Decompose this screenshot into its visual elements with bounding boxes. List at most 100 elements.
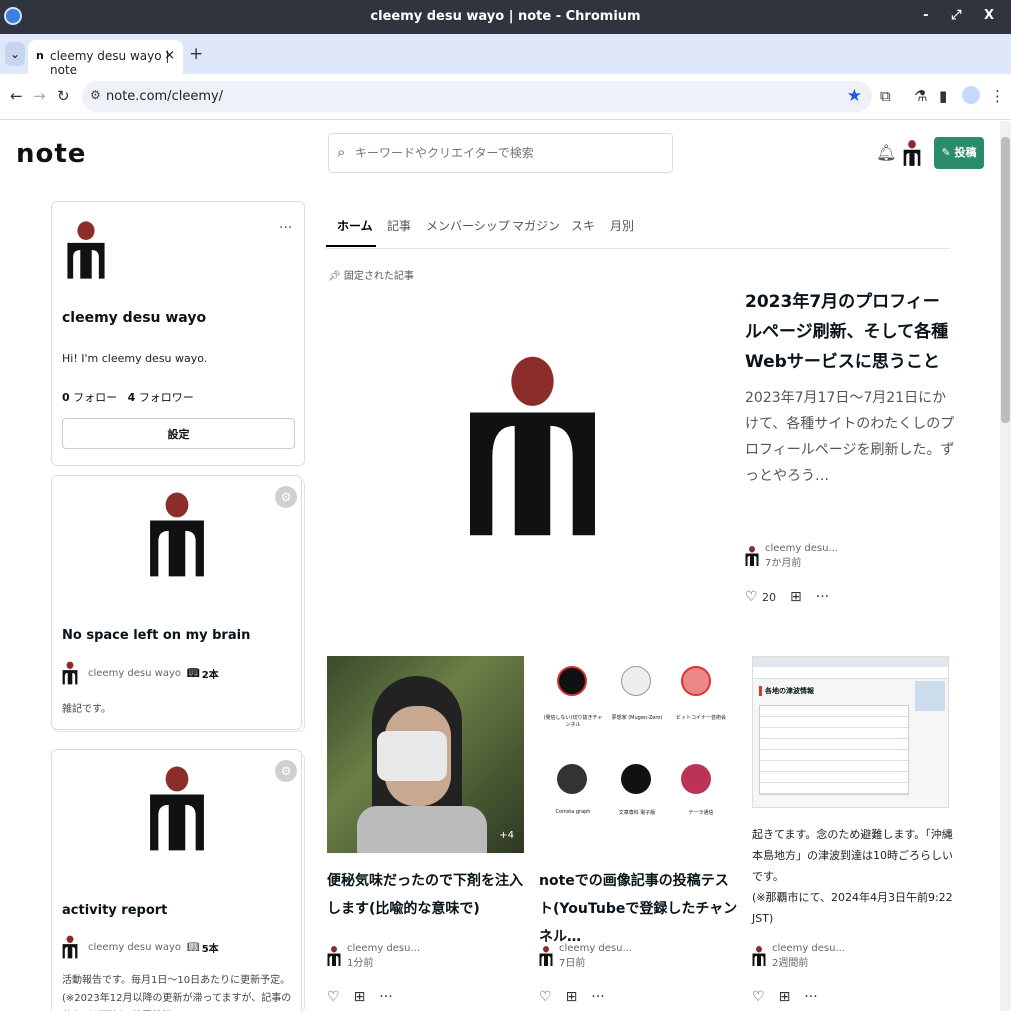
magazine-meta: cleemy desu wayo 📖︎ 5本 xyxy=(62,935,219,959)
search-box[interactable]: ⌕ xyxy=(328,133,673,173)
more-icon[interactable]: ··· xyxy=(816,589,829,605)
more-icon[interactable]: ··· xyxy=(379,989,392,1005)
labs-flask-icon[interactable]: ⚗ xyxy=(914,87,927,105)
profile-avatar[interactable] xyxy=(66,218,106,282)
channel-avatar xyxy=(681,764,711,794)
channel-name: テーラ通信 xyxy=(688,810,714,816)
notification-bell-icon[interactable]: 🔔︎ xyxy=(876,143,896,162)
follow-label[interactable]: フォロー xyxy=(73,391,117,404)
browser-tab[interactable]: n cleemy desu wayo | note × xyxy=(28,40,183,77)
magazine-card[interactable]: ⚙ activity report cleemy desu wayo 📖︎ 5本… xyxy=(51,749,302,1011)
window-controls[interactable]: - ⤢ X xyxy=(923,8,1003,23)
tab-strip: ⌄ n cleemy desu wayo | note × + xyxy=(0,34,1011,77)
magazine-title[interactable]: No space left on my brain xyxy=(62,628,250,643)
profile-more-icon[interactable]: ··· xyxy=(279,220,292,236)
note-logo[interactable]: note xyxy=(16,139,86,169)
magazine-count: 2本 xyxy=(201,669,219,681)
profile-name[interactable]: cleemy desu wayo xyxy=(62,310,206,326)
settings-button[interactable]: 設定 xyxy=(62,418,295,449)
channel-avatar xyxy=(621,666,651,696)
url-text[interactable]: note.com/cleemy/ xyxy=(106,89,223,104)
magazine-desc: 活動報告です。毎月1日〜10日あたりに更新予定。(※2023年12月以降の更新が… xyxy=(62,975,292,1004)
magazine-title[interactable]: activity report xyxy=(62,903,167,918)
featured-actions: ♡ 20 ⊞ ··· xyxy=(745,589,829,605)
tab-articles[interactable]: 記事 xyxy=(387,217,411,234)
article-author-avatar[interactable] xyxy=(327,945,341,967)
profile-avatar-icon[interactable] xyxy=(962,86,980,104)
add-to-magazine-icon[interactable]: ⊞ xyxy=(790,589,802,605)
magazine-meta: cleemy desu wayo 📖︎ 2本 xyxy=(62,661,219,685)
tab-monthly[interactable]: 月別 xyxy=(610,217,634,234)
featured-author-avatar[interactable] xyxy=(745,545,759,567)
channel-name: ビットコイナー芸術会 xyxy=(676,715,726,721)
follow-count[interactable]: 0 xyxy=(62,391,70,404)
like-count: 20 xyxy=(762,591,777,604)
channel-avatar xyxy=(621,764,651,794)
add-to-magazine-icon[interactable]: ⊞ xyxy=(354,989,366,1005)
heart-icon[interactable]: ♡ xyxy=(752,989,765,1005)
header-user-avatar[interactable] xyxy=(903,139,921,167)
magazine-settings-gear-icon[interactable]: ⚙ xyxy=(275,486,297,508)
article-title[interactable]: noteでの画像記事の投稿テスト(YouTubeで登録したチャンネル… xyxy=(539,867,739,951)
featured-time: 7か月前 xyxy=(765,558,802,569)
side-panel-icon[interactable]: ▮ xyxy=(939,87,947,105)
article-thumbnail-screenshot[interactable]: 各地の津波情報 xyxy=(752,656,949,808)
menu-kebab-icon[interactable]: ⋮ xyxy=(990,87,1005,105)
follower-label[interactable]: フォロワー xyxy=(139,391,194,404)
tab-home[interactable]: ホーム xyxy=(337,217,373,234)
add-to-magazine-icon[interactable]: ⊞ xyxy=(779,989,791,1005)
tab-membership[interactable]: メンバーシップ xyxy=(426,217,510,234)
magazine-author-avatar[interactable] xyxy=(62,935,78,959)
forward-arrow-icon[interactable]: → xyxy=(33,87,46,105)
book-icon: 📖︎ xyxy=(187,667,200,679)
add-to-magazine-icon[interactable]: ⊞ xyxy=(566,989,578,1005)
featured-article-title[interactable]: 2023年7月のプロフィールページ刷新、そして各種Webサービスに思うこと xyxy=(745,287,950,377)
article-thumbnail-channels[interactable]: (発信しない)切り抜きチャンネル 夢想家 (Mugen-Zero) ビットコイナ… xyxy=(539,656,736,853)
heart-icon[interactable]: ♡ xyxy=(327,989,340,1005)
reload-icon[interactable]: ↻ xyxy=(57,87,70,105)
article-author-avatar[interactable] xyxy=(752,945,766,967)
article-author-name[interactable]: cleemy desu... xyxy=(347,943,420,954)
article-author: cleemy desu... 2週間前 xyxy=(752,943,845,969)
featured-article-image[interactable] xyxy=(470,341,595,551)
follower-count[interactable]: 4 xyxy=(128,391,136,404)
article-author-name[interactable]: cleemy desu... xyxy=(559,943,632,954)
note-favicon-icon: n xyxy=(36,49,44,62)
bookmark-star-icon[interactable]: ★ xyxy=(847,86,862,106)
heart-icon[interactable]: ♡ 20 xyxy=(745,589,776,605)
tab-search-chevron-icon[interactable]: ⌄ xyxy=(5,42,25,66)
article-title[interactable]: 起きてます。念のため避難します。「沖縄本島地方」の津波到達は10時ごろらしいです… xyxy=(752,824,957,929)
article-time: 2週間前 xyxy=(772,958,809,969)
back-arrow-icon[interactable]: ← xyxy=(10,87,23,105)
article-author-name[interactable]: cleemy desu... xyxy=(772,943,845,954)
article-title[interactable]: 便秘気味だったので下剤を注入します(比喩的な意味で) xyxy=(327,867,527,923)
magazine-author[interactable]: cleemy desu wayo xyxy=(88,668,181,679)
channel-avatar xyxy=(557,764,587,794)
post-button[interactable]: ✎ 投稿 xyxy=(934,137,984,169)
extensions-icon[interactable]: ⧉ xyxy=(880,87,891,105)
article-thumbnail-photo[interactable]: +4 xyxy=(327,656,524,853)
page-scrollbar-thumb[interactable] xyxy=(1001,137,1010,423)
featured-article-desc: 2023年7月17日〜7月21日にかけて、各種サイトのわたくしのプロフィールペー… xyxy=(745,390,955,484)
tab-magazines[interactable]: マガジン xyxy=(512,217,560,234)
article-author-avatar[interactable] xyxy=(539,945,553,967)
tab-likes[interactable]: スキ xyxy=(571,217,595,234)
magazine-count: 5本 xyxy=(201,943,219,955)
profile-bio: Hi! I'm cleemy desu wayo. xyxy=(62,352,208,365)
magazine-author-avatar[interactable] xyxy=(62,661,78,685)
heart-icon[interactable]: ♡ xyxy=(539,989,552,1005)
search-input[interactable] xyxy=(355,140,655,166)
tab-divider xyxy=(326,248,950,249)
address-bar[interactable]: ⚙ note.com/cleemy/ ★ xyxy=(82,81,872,112)
featured-author-name[interactable]: cleemy desu... xyxy=(765,543,838,554)
site-info-icon[interactable]: ⚙ xyxy=(90,88,101,102)
magazine-card[interactable]: ⚙ No space left on my brain cleemy desu … xyxy=(51,475,302,730)
page-content: note ⌕ 🔔︎ ✎ 投稿 ··· cleemy desu wayo Hi! … xyxy=(0,121,1000,1011)
magazine-settings-gear-icon[interactable]: ⚙ xyxy=(275,760,297,782)
new-tab-button[interactable]: + xyxy=(189,44,203,64)
more-icon[interactable]: ··· xyxy=(804,989,817,1005)
magazine-author[interactable]: cleemy desu wayo xyxy=(88,942,181,953)
follow-stats: 0 フォロー 4 フォロワー xyxy=(62,389,194,405)
tab-close-icon[interactable]: × xyxy=(164,48,175,63)
more-icon[interactable]: ··· xyxy=(591,989,604,1005)
